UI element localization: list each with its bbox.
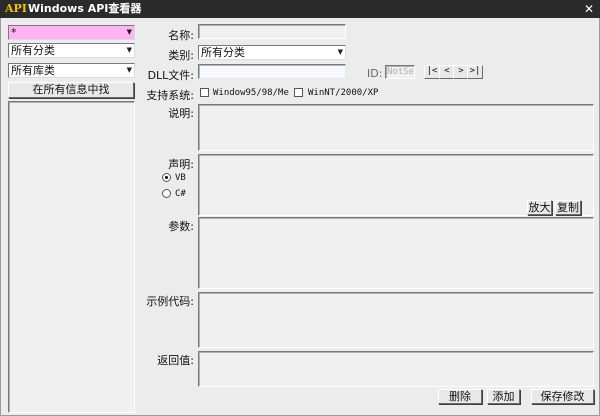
example-label: 示例代码: — [146, 295, 194, 308]
support-label: 支持系统: — [146, 89, 194, 102]
copy-button[interactable]: 复制 — [555, 200, 581, 215]
search-input-value: * — [11, 26, 17, 39]
search-input[interactable]: * ▼ — [8, 25, 135, 40]
left-category-value: 所有分类 — [11, 44, 55, 57]
id-value: NotSet — [387, 67, 415, 77]
left-category-select[interactable]: 所有分类 ▼ — [8, 43, 135, 58]
os2-checkbox[interactable] — [294, 88, 303, 97]
close-icon[interactable]: ✕ — [584, 0, 594, 18]
add-button[interactable]: 添加 — [487, 389, 520, 404]
library-value: 所有库类 — [11, 64, 55, 77]
chevron-down-icon[interactable]: ▼ — [338, 46, 343, 59]
decl-label: 声明: — [168, 158, 194, 171]
category-select[interactable]: 所有分类 ▼ — [198, 45, 346, 60]
dll-field[interactable] — [198, 64, 346, 79]
library-select[interactable]: 所有库类 ▼ — [8, 63, 135, 78]
category-select-value: 所有分类 — [201, 46, 245, 59]
cs-radio-label: C# — [175, 189, 186, 199]
chevron-down-icon[interactable]: ▼ — [127, 44, 132, 57]
desc-label: 说明: — [168, 107, 194, 120]
id-field: NotSet — [385, 65, 415, 79]
return-textarea[interactable] — [198, 351, 594, 387]
title-bar: API Windows API查看器 ✕ — [0, 0, 600, 18]
search-all-button[interactable]: 在所有信息中找 — [8, 82, 134, 98]
cs-radio[interactable] — [162, 189, 171, 198]
return-label: 返回值: — [157, 354, 194, 367]
params-textarea[interactable] — [198, 217, 594, 289]
chevron-down-icon[interactable]: ▼ — [127, 64, 132, 77]
delete-button[interactable]: 删除 — [438, 389, 482, 404]
app-icon: API — [5, 2, 27, 15]
save-button[interactable]: 保存修改 — [531, 389, 594, 404]
id-label: ID: — [367, 67, 383, 80]
name-field[interactable] — [198, 24, 346, 39]
result-list[interactable] — [8, 101, 135, 413]
example-textarea[interactable] — [198, 292, 594, 348]
vb-radio[interactable] — [162, 173, 171, 182]
vb-radio-label: VB — [175, 173, 186, 183]
params-label: 参数: — [168, 220, 194, 233]
last-record-button[interactable]: >| — [467, 65, 483, 79]
name-label: 名称: — [168, 29, 194, 42]
main-window: * ▼ 所有分类 ▼ 所有库类 ▼ 在所有信息中找 名称: 类别: 所有分类 ▼… — [0, 18, 600, 416]
os1-label: Window95/98/Me — [213, 88, 289, 98]
desc-textarea[interactable] — [198, 104, 594, 151]
window-title: Windows API查看器 — [28, 2, 142, 15]
dll-label: DLL文件: — [147, 69, 194, 82]
os1-checkbox[interactable] — [200, 88, 209, 97]
first-record-button[interactable]: |< — [424, 65, 440, 79]
chevron-down-icon[interactable]: ▼ — [127, 26, 132, 39]
os2-label: WinNT/2000/XP — [308, 88, 379, 98]
zoom-button[interactable]: 放大 — [527, 200, 552, 215]
category-label: 类别: — [168, 49, 194, 62]
